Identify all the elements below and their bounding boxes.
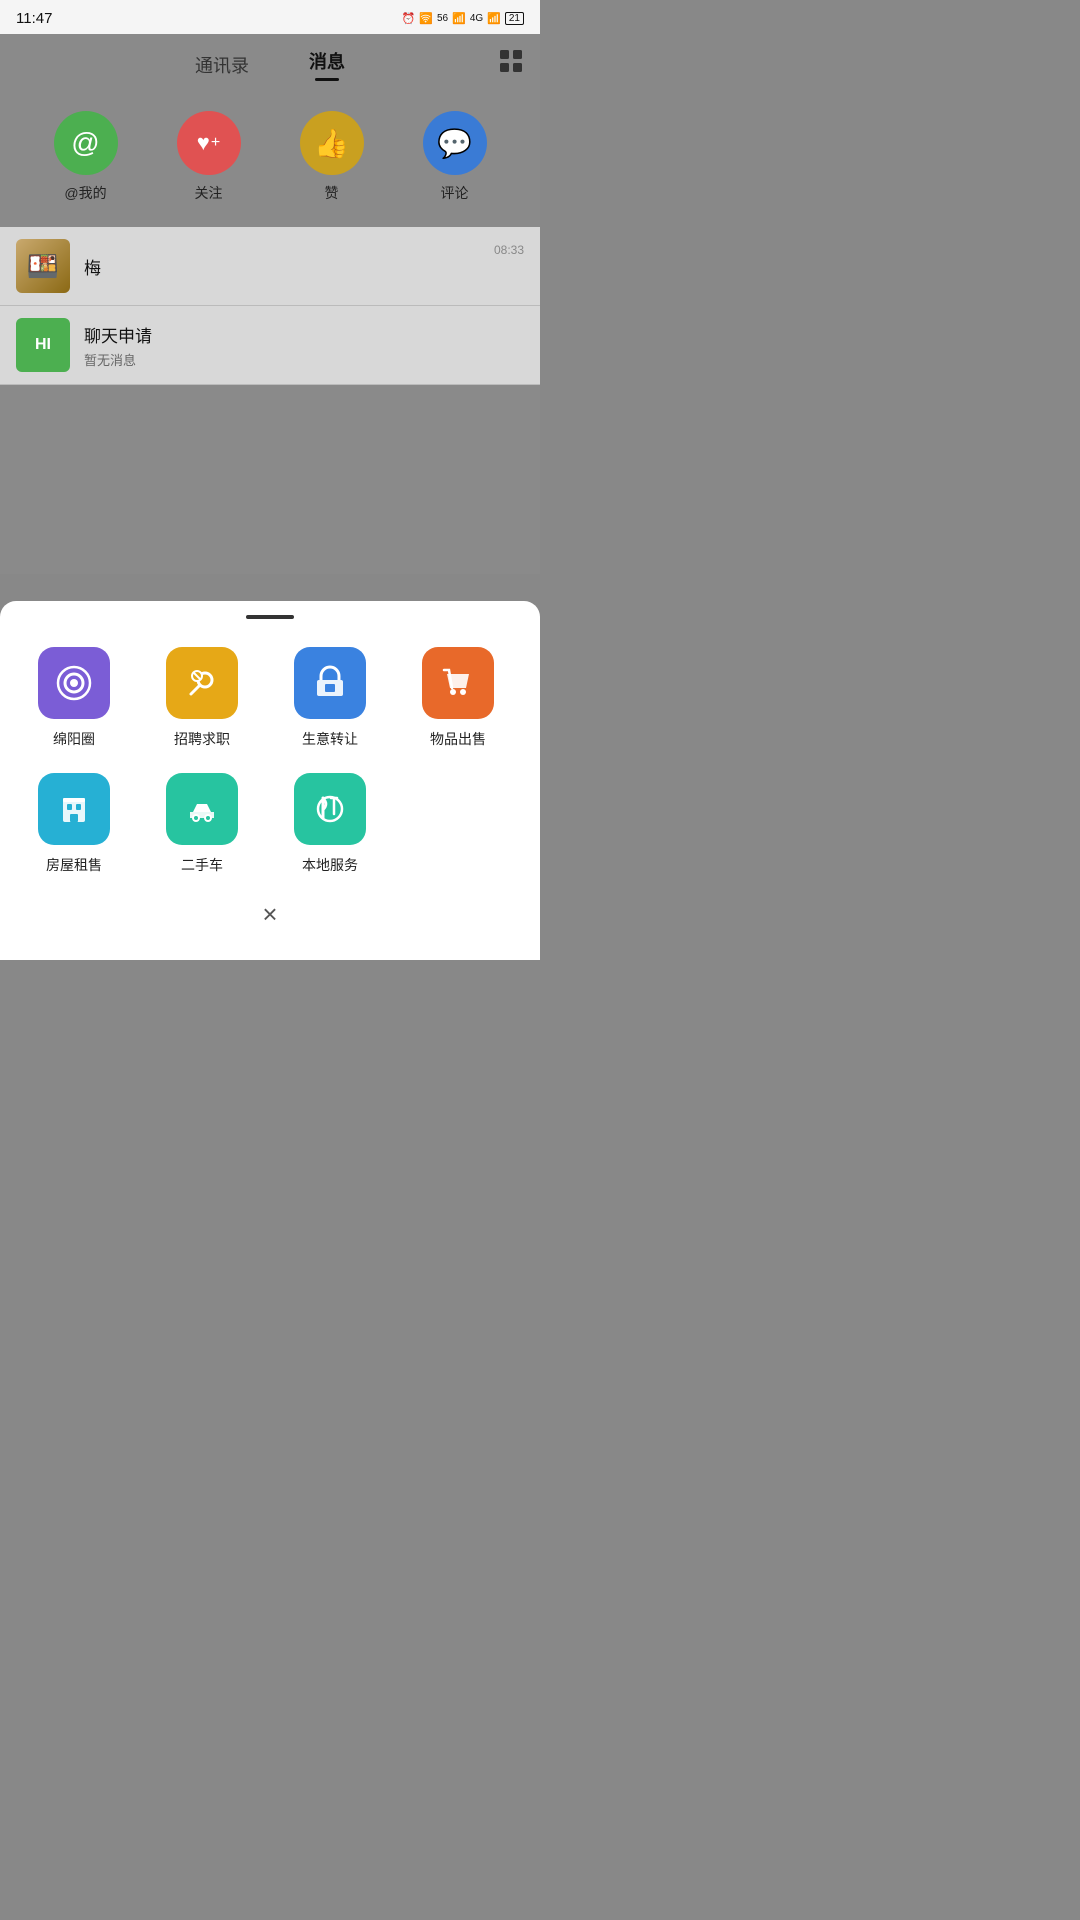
local-service-label: 本地服务 (302, 855, 358, 875)
signal-bar-icon: 📶 (452, 12, 466, 25)
notification-icons-row: @ @我的 ♥+ 关注 👍 赞 💬 评论 (0, 91, 540, 227)
grid-row-2: 房屋租售 二手车 (24, 773, 516, 875)
job-icon (166, 647, 238, 719)
grid-item-sell-items[interactable]: 物品出售 (408, 647, 508, 749)
mianyang-circle-label: 绵阳圈 (53, 729, 95, 749)
grid-item-local-service[interactable]: 本地服务 (280, 773, 380, 875)
nav-tabs: 通讯录 消息 (0, 34, 540, 91)
notif-follow[interactable]: ♥+ 关注 (177, 111, 241, 203)
grid-item-mianyang-circle[interactable]: 绵阳圈 (24, 647, 124, 749)
notif-comment-label: 评论 (441, 183, 469, 203)
status-time: 11:47 (16, 10, 52, 27)
job-label: 招聘求职 (174, 729, 230, 749)
notif-at-icon: @ (54, 111, 118, 175)
avatar-chat-request: HI (16, 318, 70, 372)
notif-follow-label: 关注 (195, 183, 223, 203)
grid-icon[interactable] (498, 48, 524, 80)
sheet-handle[interactable] (246, 615, 294, 619)
used-car-label: 二手车 (181, 855, 223, 875)
local-service-icon (294, 773, 366, 845)
notif-follow-icon: ♥+ (177, 111, 241, 175)
msg-name-chat-request: 聊天申请 (84, 322, 524, 347)
signal-bar2-icon: 📶 (487, 12, 501, 25)
avatar-mei: 🍱 (16, 239, 70, 293)
msg-preview-chat-request: 暂无消息 (84, 350, 524, 369)
signal-5g-icon: 56 (437, 13, 448, 24)
wifi-icon: 🛜 (419, 12, 433, 25)
msg-content-chat-request: 聊天申请 暂无消息 (84, 322, 524, 369)
sell-items-label: 物品出售 (430, 729, 486, 749)
notif-at-me[interactable]: @ @我的 (54, 111, 118, 203)
message-list: 🍱 梅 08:33 HI 聊天申请 暂无消息 (0, 227, 540, 385)
msg-time-mei: 08:33 (494, 239, 524, 257)
notif-comment[interactable]: 💬 评论 (423, 111, 487, 203)
status-icons: ⏰ 🛜 56 📶 4G 📶 21 (402, 12, 524, 25)
tab-contacts[interactable]: 通讯录 (195, 52, 249, 78)
business-transfer-icon (294, 647, 366, 719)
notif-at-label: @我的 (64, 183, 106, 203)
notif-like-icon: 👍 (300, 111, 364, 175)
grid-item-house-rental[interactable]: 房屋租售 (24, 773, 124, 875)
mianyang-circle-icon (38, 647, 110, 719)
grid-item-business-transfer[interactable]: 生意转让 (280, 647, 380, 749)
app-background: 通讯录 消息 @ @我的 ♥+ 关注 👍 赞 💬 (0, 34, 540, 574)
grid-row-1: 绵阳圈 招聘求职 生意转让 (24, 647, 516, 749)
status-bar: 11:47 ⏰ 🛜 56 📶 4G 📶 21 (0, 0, 540, 34)
signal-4g-icon: 4G (470, 13, 483, 24)
bottom-sheet: 绵阳圈 招聘求职 生意转让 (0, 601, 540, 960)
house-rental-icon (38, 773, 110, 845)
close-icon: × (262, 899, 277, 930)
notif-like-label: 赞 (325, 183, 339, 203)
battery-icon: 21 (505, 12, 524, 25)
alarm-icon: ⏰ (402, 12, 416, 25)
msg-content-mei: 梅 (84, 254, 494, 279)
message-item-mei[interactable]: 🍱 梅 08:33 (0, 227, 540, 306)
msg-name-mei: 梅 (84, 254, 494, 279)
close-button[interactable]: × (24, 899, 516, 930)
grid-item-job[interactable]: 招聘求职 (152, 647, 252, 749)
notif-comment-icon: 💬 (423, 111, 487, 175)
used-car-icon (166, 773, 238, 845)
business-transfer-label: 生意转让 (302, 729, 358, 749)
house-rental-label: 房屋租售 (46, 855, 102, 875)
tab-messages[interactable]: 消息 (309, 48, 345, 81)
grid-item-used-car[interactable]: 二手车 (152, 773, 252, 875)
message-item-chat-request[interactable]: HI 聊天申请 暂无消息 (0, 306, 540, 385)
notif-like[interactable]: 👍 赞 (300, 111, 364, 203)
sell-items-icon (422, 647, 494, 719)
